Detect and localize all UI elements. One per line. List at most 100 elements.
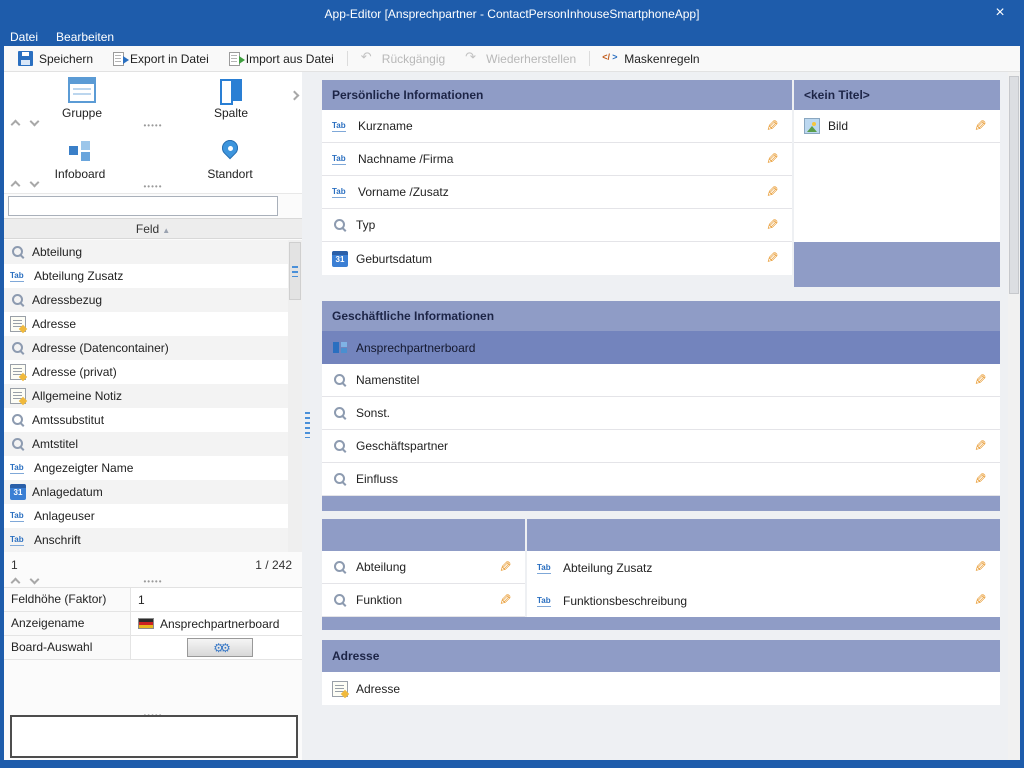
edit-pencil-icon[interactable] — [766, 185, 779, 200]
panel-splitter[interactable] — [302, 72, 312, 760]
editor-field-row[interactable]: Einfluss — [322, 463, 1000, 496]
editor-field-row[interactable]: Abteilung — [322, 551, 525, 584]
field-label: Angezeigter Name — [34, 461, 133, 475]
palette-item-standort[interactable]: Standort — [188, 138, 272, 181]
field-list-item[interactable]: Angezeigter Name — [4, 456, 288, 480]
field-list-item[interactable]: Adresse (privat) — [4, 360, 288, 384]
editor-scrollbar[interactable] — [1008, 72, 1020, 760]
field-list-scrollbar[interactable] — [288, 240, 302, 552]
editor-field-row[interactable]: Kurzname — [322, 110, 792, 143]
field-search-input[interactable] — [8, 196, 278, 216]
pagination-nav — [4, 576, 302, 587]
edit-pencil-icon[interactable] — [974, 119, 987, 134]
edit-pencil-icon[interactable] — [974, 560, 987, 575]
editor-field-row[interactable]: Typ — [322, 209, 792, 242]
palette-scroll-arrows[interactable] — [12, 121, 38, 128]
editor-field-row[interactable]: Abteilung Zusatz — [527, 551, 1000, 584]
editor-field-row[interactable]: Sonst. — [322, 397, 1000, 430]
chevron-up-icon[interactable] — [11, 578, 21, 588]
scrollbar-thumb[interactable] — [289, 242, 301, 300]
section-side-column: <kein Titel> Bild — [794, 80, 1000, 287]
palette-item-infoboard[interactable]: Infoboard — [38, 138, 122, 181]
mask-rules-button[interactable]: Maskenregeln — [593, 46, 709, 71]
field-label: Anschrift — [34, 533, 81, 547]
property-value-anzeigename[interactable]: Ansprechpartnerboard — [131, 612, 302, 636]
field-list-column-header[interactable]: Feld▲ — [4, 218, 302, 239]
editor-field-row[interactable]: Namenstitel — [322, 364, 1000, 397]
redo-icon — [465, 51, 480, 66]
import-file-button[interactable]: Import aus Datei — [219, 46, 344, 71]
properties-panel: Feldhöhe (Faktor) 1 Anzeigename Ansprech… — [4, 587, 302, 660]
edit-pencil-icon[interactable] — [766, 152, 779, 167]
property-value-text: Ansprechpartnerboard — [160, 617, 279, 631]
drag-grip-dots[interactable] — [143, 176, 162, 194]
editor-field-row-selected[interactable]: Ansprechpartnerboard — [322, 331, 1000, 364]
edit-pencil-icon[interactable] — [974, 593, 987, 608]
section-header[interactable]: Adresse — [322, 640, 1000, 672]
field-list-item[interactable]: Amtssubstitut — [4, 408, 288, 432]
palette-item-gruppe[interactable]: Gruppe — [40, 77, 124, 120]
field-list-item[interactable]: Abteilung Zusatz — [4, 264, 288, 288]
undo-button[interactable]: Rückgängig — [351, 46, 455, 71]
editor-field-row[interactable]: Funktionsbeschreibung — [527, 584, 1000, 617]
field-list-item[interactable]: Adresse (Datencontainer) — [4, 336, 288, 360]
preview-box[interactable] — [10, 715, 298, 758]
edit-pencil-icon[interactable] — [974, 472, 987, 487]
empty-drop-area[interactable] — [794, 242, 1000, 287]
chevron-down-icon[interactable] — [30, 575, 40, 585]
edit-pencil-icon[interactable] — [499, 593, 512, 608]
field-list-item[interactable]: Anlagedatum — [4, 480, 288, 504]
field-list-item[interactable]: Amtstitel — [4, 432, 288, 456]
palette-item-spalte[interactable]: Spalte — [189, 77, 273, 120]
editor-field-row[interactable]: Adresse — [322, 672, 1000, 705]
redo-button[interactable]: Wiederherstellen — [455, 46, 586, 71]
editor-field-row[interactable]: Geschäftspartner — [322, 430, 1000, 463]
toolbar-separator — [589, 51, 590, 66]
edit-pencil-icon[interactable] — [499, 560, 512, 575]
field-list-item[interactable]: Allgemeine Notiz — [4, 384, 288, 408]
edit-pencil-icon[interactable] — [766, 218, 779, 233]
chevron-up-icon[interactable] — [11, 120, 21, 130]
editor-field-row[interactable]: Funktion — [322, 584, 525, 617]
editor-field-row[interactable]: Vorname /Zusatz — [322, 176, 792, 209]
chevron-up-icon[interactable] — [11, 181, 21, 191]
section-header[interactable]: Geschäftliche Informationen — [322, 301, 1000, 331]
lookup-icon — [332, 471, 348, 487]
section-header[interactable]: Persönliche Informationen — [322, 80, 792, 110]
close-icon[interactable]: × — [990, 4, 1010, 22]
menu-bearbeiten[interactable]: Bearbeiten — [56, 30, 114, 44]
menu-datei[interactable]: Datei — [10, 30, 38, 44]
scrollbar-thumb[interactable] — [1009, 76, 1019, 294]
save-button[interactable]: Speichern — [8, 46, 103, 71]
board-select-button[interactable] — [187, 638, 253, 657]
field-list-item[interactable]: Adresse — [4, 312, 288, 336]
edit-pencil-icon[interactable] — [974, 439, 987, 454]
text-field-icon — [10, 532, 28, 548]
chevron-right-icon[interactable] — [290, 91, 300, 101]
field-list-item[interactable]: Abteilung — [4, 240, 288, 264]
splitter-grip-icon[interactable] — [305, 412, 310, 438]
page-arrows[interactable] — [12, 579, 38, 586]
drag-grip-dots[interactable] — [143, 115, 162, 133]
edit-pencil-icon[interactable] — [766, 251, 779, 266]
export-file-button[interactable]: Export in Datei — [103, 46, 219, 71]
palette-scroll-arrows[interactable] — [12, 182, 38, 189]
section-header[interactable] — [322, 519, 525, 551]
editor-field-row[interactable]: Nachname /Firma — [322, 143, 792, 176]
text-field-icon — [332, 184, 350, 200]
field-list-item[interactable]: Anlageuser — [4, 504, 288, 528]
field-label: Typ — [356, 218, 375, 232]
field-list-item[interactable]: Anschrift — [4, 528, 288, 552]
edit-pencil-icon[interactable] — [766, 119, 779, 134]
section-header[interactable]: <kein Titel> — [794, 80, 1000, 110]
field-list-item[interactable]: Adressbezug — [4, 288, 288, 312]
edit-pencil-icon[interactable] — [974, 373, 987, 388]
section-header[interactable] — [527, 519, 1000, 551]
field-label: Adresse — [356, 682, 400, 696]
chevron-down-icon[interactable] — [30, 117, 40, 127]
editor-field-row[interactable]: Bild — [794, 110, 1000, 143]
property-value-feldhoehe[interactable]: 1 — [131, 588, 302, 612]
editor-field-row[interactable]: Geburtsdatum — [322, 242, 792, 275]
export-label: Export in Datei — [130, 52, 209, 66]
section-geschaeftliche-informationen: Geschäftliche Informationen Ansprechpart… — [322, 301, 1000, 511]
